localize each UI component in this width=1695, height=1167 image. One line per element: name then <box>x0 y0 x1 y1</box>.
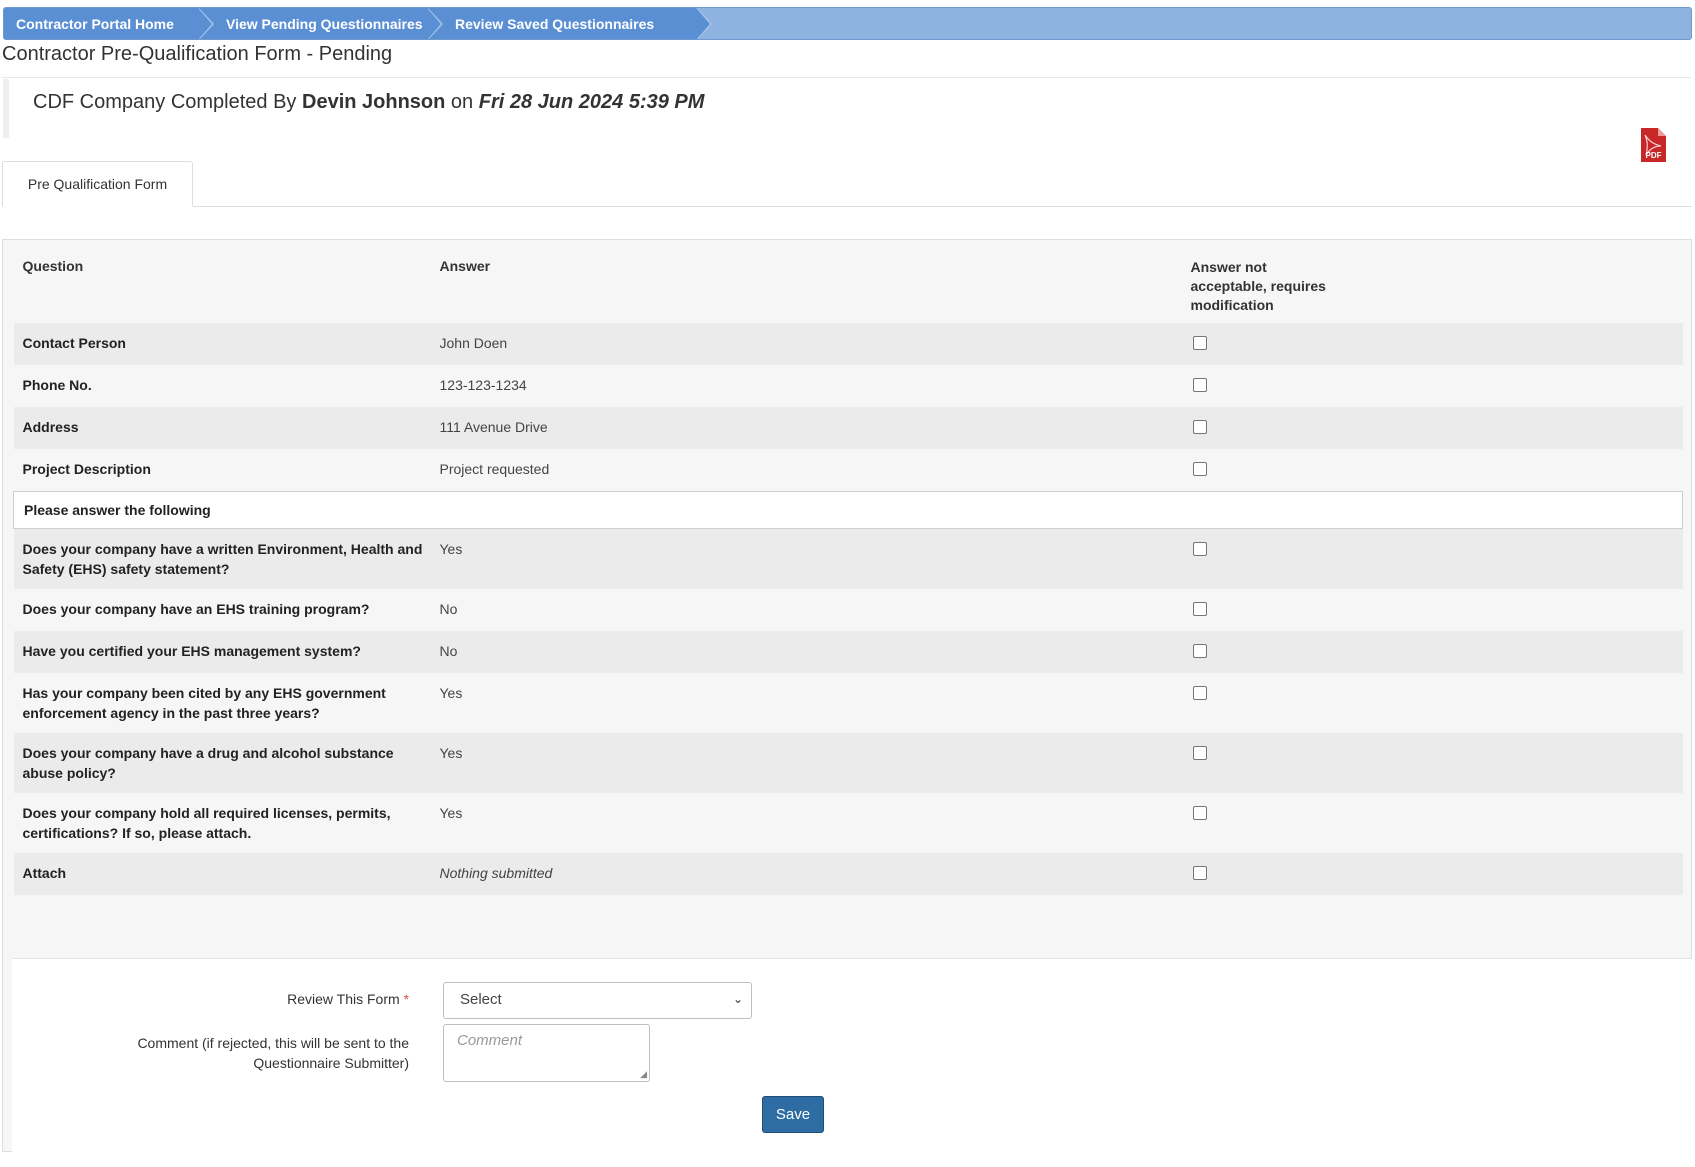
not-acceptable-checkbox[interactable] <box>1192 378 1207 392</box>
tab-bar: Pre Qualification Form <box>2 161 1692 207</box>
question-cell: Phone No. <box>22 377 92 393</box>
answer-cell: Yes <box>439 805 463 821</box>
answer-cell: John Doen <box>430 323 1182 365</box>
table-row: Address 111 Avenue Drive <box>13 407 1683 449</box>
save-button[interactable]: Save <box>762 1096 824 1133</box>
question-cell: Address <box>13 407 431 449</box>
comment-label: Comment (if rejected, this will be sent … <box>137 1035 409 1071</box>
answer-cell: Yes <box>430 733 1182 793</box>
not-acceptable-checkbox[interactable] <box>1192 686 1207 700</box>
not-acceptable-checkbox[interactable] <box>1192 806 1207 820</box>
review-status-select[interactable]: Select ⌄ <box>443 982 752 1019</box>
not-acceptable-checkbox[interactable] <box>1192 866 1207 880</box>
not-acceptable-checkbox[interactable] <box>1192 644 1207 658</box>
answer-cell: Nothing submitted <box>430 853 1182 895</box>
question-cell: Attach <box>13 853 431 895</box>
table-row: Does your company have a drug and alcoho… <box>13 733 1683 793</box>
review-form: Review This Form * Select ⌄ Comment (if … <box>12 958 1692 1152</box>
table-row: Does your company hold all required lice… <box>14 793 1683 853</box>
answer-cell: No <box>439 601 458 617</box>
question-cell: Have you certified your EHS management s… <box>13 631 431 673</box>
not-acceptable-checkbox[interactable] <box>1192 602 1207 616</box>
section-header-row: Please answer the following <box>13 491 1683 529</box>
comment-placeholder: Comment <box>457 1032 523 1049</box>
table-row: Phone No. 123-123-1234 <box>14 365 1683 407</box>
question-cell: Does your company have a drug and alcoho… <box>13 733 431 793</box>
question-cell: Contact Person <box>13 323 431 365</box>
not-acceptable-checkbox[interactable] <box>1192 542 1207 556</box>
not-acceptable-checkbox[interactable] <box>1192 746 1207 760</box>
completion-date: Fri 28 Jun 2024 5:39 PM <box>478 91 705 113</box>
question-cell: Project Description <box>22 461 151 477</box>
question-cell: Does your company hold all required lice… <box>22 805 391 841</box>
breadcrumb-review-saved-questionnaires[interactable]: Review Saved Questionnaires <box>427 8 712 39</box>
question-cell: Has your company been cited by any EHS g… <box>22 685 386 721</box>
answer-cell: Project requested <box>439 461 550 477</box>
table-row: Attach Nothing submitted <box>13 853 1683 895</box>
resize-grip-icon[interactable]: ◢ <box>640 1069 647 1080</box>
review-form-label: Review This Form * <box>287 991 409 1007</box>
table-row: Does your company have a written Environ… <box>13 528 1683 589</box>
completed-by-name: Devin Johnson <box>302 91 446 113</box>
question-cell: Does your company have an EHS training p… <box>22 601 370 617</box>
breadcrumb: Contractor Portal Home View Pending Ques… <box>3 7 1692 40</box>
section-title: Please answer the following <box>13 491 1683 529</box>
not-acceptable-checkbox[interactable] <box>1192 462 1207 476</box>
table-header-row: Question Answer Answer not acceptable, r… <box>14 240 1683 323</box>
pdf-icon-label: PDF <box>1646 151 1662 160</box>
table-row: Has your company been cited by any EHS g… <box>14 673 1683 733</box>
company-completed-text: CDF Company Completed By <box>33 91 297 113</box>
answer-column-header: Answer <box>439 258 491 274</box>
completion-summary: CDF Company Completed By Devin Johnson o… <box>3 79 1692 138</box>
answer-cell: Yes <box>430 528 1182 589</box>
table-row: Contact Person John Doen <box>13 323 1683 365</box>
comment-textarea[interactable]: Comment ◢ <box>443 1024 650 1082</box>
page-title: Contractor Pre-Qualification Form - Pend… <box>2 43 393 65</box>
table-row: Does your company have an EHS training p… <box>14 589 1683 631</box>
answer-cell: 123-123-1234 <box>439 377 527 393</box>
answer-cell: No <box>430 631 1182 673</box>
on-text: on <box>450 91 474 113</box>
not-acceptable-column-header: Answer not acceptable, requires modifica… <box>1190 259 1326 313</box>
answer-cell: Yes <box>439 685 463 701</box>
questionnaire-table: Question Answer Answer not acceptable, r… <box>13 240 1683 895</box>
question-column-header: Question <box>22 258 84 274</box>
breadcrumb-view-pending-questionnaires[interactable]: View Pending Questionnaires <box>198 8 443 39</box>
pdf-icon[interactable]: PDF <box>1639 127 1667 163</box>
title-divider <box>2 77 1691 78</box>
breadcrumb-contractor-portal-home[interactable]: Contractor Portal Home <box>4 8 214 39</box>
not-acceptable-checkbox[interactable] <box>1192 336 1207 350</box>
table-row: Have you certified your EHS management s… <box>13 631 1683 673</box>
not-acceptable-checkbox[interactable] <box>1192 420 1207 434</box>
chevron-down-icon: ⌄ <box>732 992 743 1006</box>
required-marker: * <box>403 991 409 1007</box>
answer-cell: 111 Avenue Drive <box>430 407 1182 449</box>
table-row: Project Description Project requested <box>14 449 1683 492</box>
question-cell: Does your company have a written Environ… <box>13 528 431 589</box>
tab-pre-qualification-form[interactable]: Pre Qualification Form <box>2 161 193 207</box>
